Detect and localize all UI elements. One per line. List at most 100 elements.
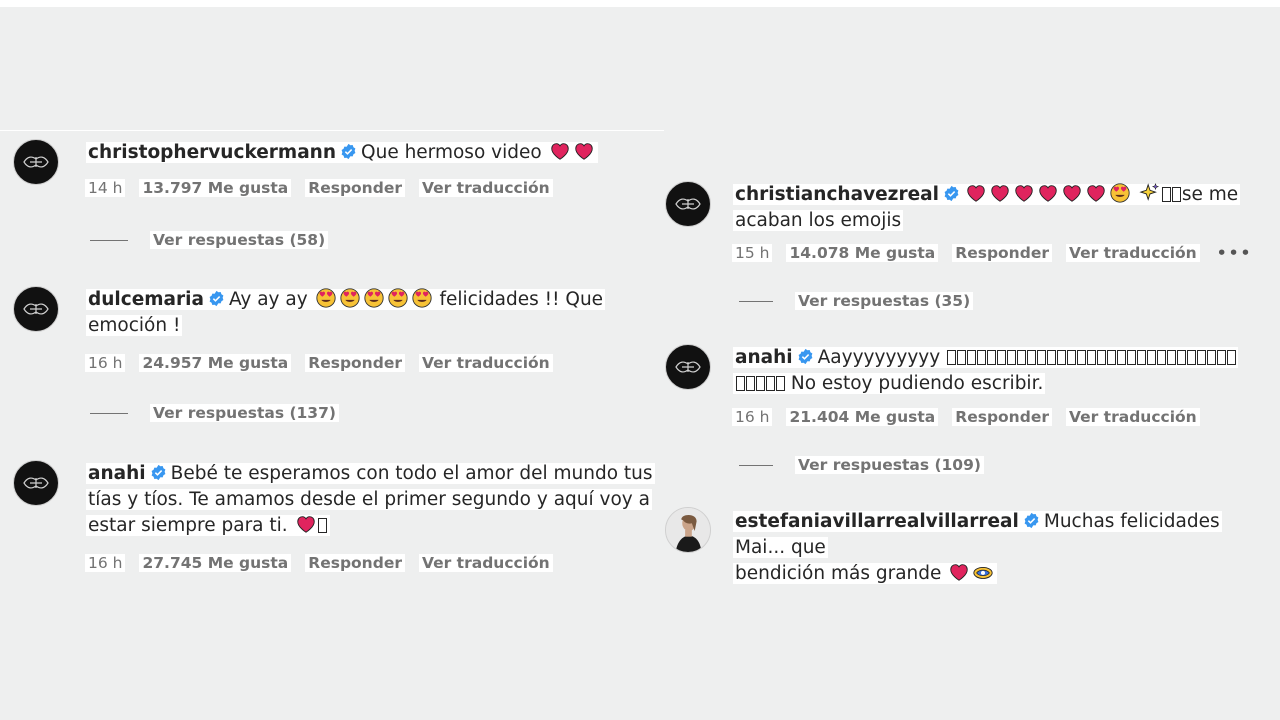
view-replies-button[interactable]: Ver respuestas (137): [90, 404, 339, 422]
reply-button[interactable]: Responder: [952, 244, 1052, 262]
replies-line: [739, 301, 773, 302]
reply-button[interactable]: Responder: [952, 408, 1052, 426]
view-replies-button[interactable]: Ver respuestas (58): [90, 231, 329, 249]
red-heart-icon: [1063, 185, 1081, 202]
timestamp: 16 h: [85, 554, 126, 572]
missing-glyph-icon: [318, 518, 328, 533]
username[interactable]: dulcemaria: [88, 289, 204, 310]
username[interactable]: estefaniavillarrealvillarreal: [735, 511, 1019, 532]
red-heart-icon: [1087, 185, 1105, 202]
translate-button[interactable]: Ver traducción: [418, 354, 553, 372]
view-replies-label: Ver respuestas (58): [150, 231, 329, 249]
view-replies-label: Ver respuestas (109): [795, 456, 984, 474]
username[interactable]: anahi: [735, 347, 793, 368]
reply-button[interactable]: Responder: [305, 179, 405, 197]
comment-meta: 14 h 13.797 Me gusta Responder Ver traducci…: [85, 179, 567, 197]
band-logo-icon: [23, 477, 49, 489]
comment-body: Aayyyyyyyyy: [817, 347, 941, 368]
heart-eyes-icon: [1110, 183, 1130, 203]
timestamp: 16 h: [85, 354, 126, 372]
translate-button[interactable]: Ver traducción: [418, 554, 553, 572]
missing-glyphs: [946, 347, 1236, 368]
replies-line: [739, 465, 773, 466]
replies-line: [90, 413, 128, 414]
comment-text: estefaniavillarrealvillarreal Muchas feli…: [733, 509, 1253, 587]
comment-body-line2: bendición más grande: [735, 563, 942, 584]
reply-button[interactable]: Responder: [305, 354, 405, 372]
red-heart-icon: [1039, 185, 1057, 202]
red-heart-icon: [991, 185, 1009, 202]
translate-button[interactable]: Ver traducción: [1065, 408, 1200, 426]
likes-count[interactable]: 24.957 Me gusta: [139, 354, 292, 372]
comment-text: christophervuckermann Que hermoso video: [86, 140, 646, 166]
verified-icon: [798, 348, 813, 365]
replies-line: [90, 240, 128, 241]
comment-body-line2: acaban los emojis: [733, 210, 904, 231]
comment-body-line2: tías y tíos. Te amamos desde el primer s…: [86, 489, 652, 510]
comment-body: Ay ay ay: [228, 289, 308, 310]
view-replies-button[interactable]: Ver respuestas (109): [739, 456, 984, 474]
username[interactable]: christianchavezreal: [735, 184, 939, 205]
timestamp: 15 h: [732, 244, 773, 262]
red-heart-icon: [574, 143, 593, 160]
likes-count[interactable]: 13.797 Me gusta: [139, 179, 292, 197]
heart-eyes-icon: [363, 288, 384, 308]
heart-eyes-icon: [339, 288, 360, 308]
avatar[interactable]: [13, 460, 59, 506]
view-replies-button[interactable]: Ver respuestas (35): [739, 292, 974, 310]
top-strip: [0, 0, 1280, 7]
heart-eyes-icon: [315, 288, 336, 308]
avatar[interactable]: [13, 139, 59, 185]
likes-count[interactable]: 21.404 Me gusta: [786, 408, 939, 426]
view-replies-label: Ver respuestas (137): [150, 404, 339, 422]
missing-glyphs: [735, 373, 785, 394]
verified-icon: [944, 185, 959, 202]
heart-eyes-icon: [387, 288, 408, 308]
comment-body: Que hermoso video: [361, 142, 542, 163]
red-heart-icon: [950, 564, 968, 581]
translate-button[interactable]: Ver traducción: [418, 179, 553, 197]
timestamp: 16 h: [732, 408, 773, 426]
likes-count[interactable]: 27.745 Me gusta: [139, 554, 292, 572]
divider: [0, 130, 664, 131]
heart-eyes-icon: [411, 288, 432, 308]
verified-icon: [1024, 512, 1039, 529]
band-logo-icon: [23, 156, 49, 168]
comment-body-line3: estar siempre para ti.: [88, 515, 288, 536]
band-logo-icon: [23, 303, 49, 315]
avatar[interactable]: [665, 507, 711, 553]
likes-count[interactable]: 14.078 Me gusta: [786, 244, 939, 262]
comment-text: anahi Bebé te esperamos con todo el amor …: [86, 461, 656, 539]
red-heart-icon: [296, 516, 315, 533]
verified-icon: [209, 290, 224, 307]
comment-text: christianchavezreal se me acaban los emoj…: [733, 182, 1253, 234]
comment-body: Bebé te esperamos con todo el amor del m…: [170, 463, 653, 484]
comment-meta: 16 h 24.957 Me gusta Responder Ver traducci…: [85, 354, 567, 372]
comment-meta: 15 h 14.078 Me gusta Responder Ver traducci…: [732, 244, 1269, 262]
verified-icon: [151, 464, 166, 481]
comment-text: anahi Aayyyyyyyyy No estoy pudiendo escri…: [733, 345, 1278, 397]
timestamp: 14 h: [85, 179, 126, 197]
band-logo-icon: [675, 198, 701, 210]
username[interactable]: christophervuckermann: [88, 142, 336, 163]
comment-body: se me: [1181, 184, 1239, 205]
red-heart-icon: [550, 143, 569, 160]
reply-button[interactable]: Responder: [305, 554, 405, 572]
folded-hands-icon: [973, 566, 993, 579]
avatar[interactable]: [665, 344, 711, 390]
verified-icon: [341, 143, 356, 160]
red-heart-icon: [967, 185, 985, 202]
sparkles-icon: [1139, 183, 1159, 201]
translate-button[interactable]: Ver traducción: [1065, 244, 1200, 262]
profile-photo: [666, 508, 710, 552]
comment-text: dulcemaria Ay ay ay felicidades !! Que emo…: [86, 287, 646, 339]
avatar[interactable]: [13, 286, 59, 332]
more-options-icon[interactable]: •••: [1214, 244, 1256, 262]
missing-glyph-icon: [1162, 187, 1172, 202]
missing-glyph-icon: [1172, 187, 1182, 202]
band-logo-icon: [675, 361, 701, 373]
comment-body: felicidades !! Que: [439, 289, 604, 310]
comment-meta: 16 h 21.404 Me gusta Responder Ver traducci…: [732, 408, 1214, 426]
username[interactable]: anahi: [88, 463, 146, 484]
avatar[interactable]: [665, 181, 711, 227]
